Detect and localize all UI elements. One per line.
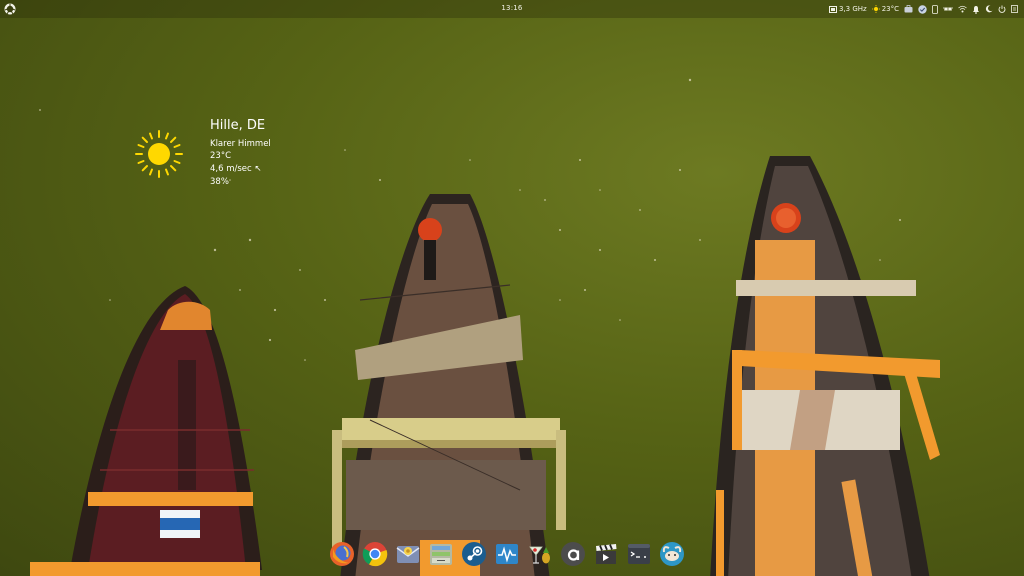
- notification-bell-icon[interactable]: [972, 5, 980, 14]
- cpu-frequency: 3,3 GHz: [838, 5, 867, 13]
- system-tray: 3,3 GHz 23°C: [828, 3, 1018, 15]
- clapper-icon: [595, 543, 616, 564]
- files-icon: [429, 543, 452, 565]
- sun-icon: [871, 5, 880, 13]
- check-circle-icon[interactable]: [918, 4, 927, 14]
- weather-condition: Klarer Himmel: [210, 139, 271, 149]
- weather-widget[interactable]: Hille, DE Klarer Himmel 23°C 4,6 m/sec ↖…: [134, 117, 304, 197]
- messenger-icon: [659, 541, 684, 566]
- dock-app-video-editor[interactable]: [592, 540, 619, 567]
- dock-app-terminal[interactable]: [625, 540, 652, 567]
- network-icon[interactable]: [943, 5, 953, 13]
- dock-app-firefox[interactable]: [328, 540, 355, 567]
- dock-app-files[interactable]: [427, 540, 454, 567]
- chrome-icon: [362, 541, 387, 566]
- dock-app-cocktail[interactable]: [526, 540, 553, 567]
- weather-city: Hille, DE: [210, 118, 266, 133]
- firefox-icon: [329, 541, 354, 566]
- sun-icon: [135, 130, 183, 178]
- night-mode-icon[interactable]: [985, 5, 993, 13]
- dock-app-system-monitor[interactable]: [493, 540, 520, 567]
- dock-app-mail[interactable]: [394, 540, 421, 567]
- weather-temperature: 23°C: [210, 151, 232, 161]
- dock-app-steam[interactable]: [460, 540, 487, 567]
- boat-middle: [332, 194, 566, 576]
- dock-app-chrome[interactable]: [361, 540, 388, 567]
- boat-right: [710, 156, 940, 576]
- dock-app-messenger[interactable]: [658, 540, 685, 567]
- terminal-icon: [627, 543, 650, 564]
- cocktail-icon: [528, 546, 550, 564]
- bag-icon[interactable]: [904, 5, 913, 13]
- dock-app-anydesk[interactable]: [559, 540, 586, 567]
- mail-icon: [396, 545, 419, 563]
- menu-icon[interactable]: [1011, 5, 1018, 13]
- monitor-icon: [495, 543, 518, 564]
- cpu-icon: [828, 5, 837, 13]
- a-icon: [560, 541, 585, 566]
- boat-left: [30, 286, 262, 576]
- weather-humidity: 38%: [210, 177, 229, 187]
- desktop: 13:16 3,3 GHz 23°C Hille, DE Klarer Himm…: [0, 0, 1024, 576]
- dock: [328, 540, 685, 576]
- wifi-icon[interactable]: [958, 5, 967, 13]
- temperature-label: 23°C: [881, 5, 899, 13]
- weather-indicator[interactable]: 23°C: [871, 5, 899, 13]
- phone-icon[interactable]: [932, 4, 938, 14]
- steam-icon: [461, 541, 486, 566]
- power-icon[interactable]: [998, 5, 1006, 13]
- top-panel: 13:16 3,3 GHz 23°C: [0, 0, 1024, 18]
- weather-wind: 4,6 m/sec ↖: [210, 164, 262, 174]
- cpu-indicator[interactable]: 3,3 GHz: [828, 5, 867, 13]
